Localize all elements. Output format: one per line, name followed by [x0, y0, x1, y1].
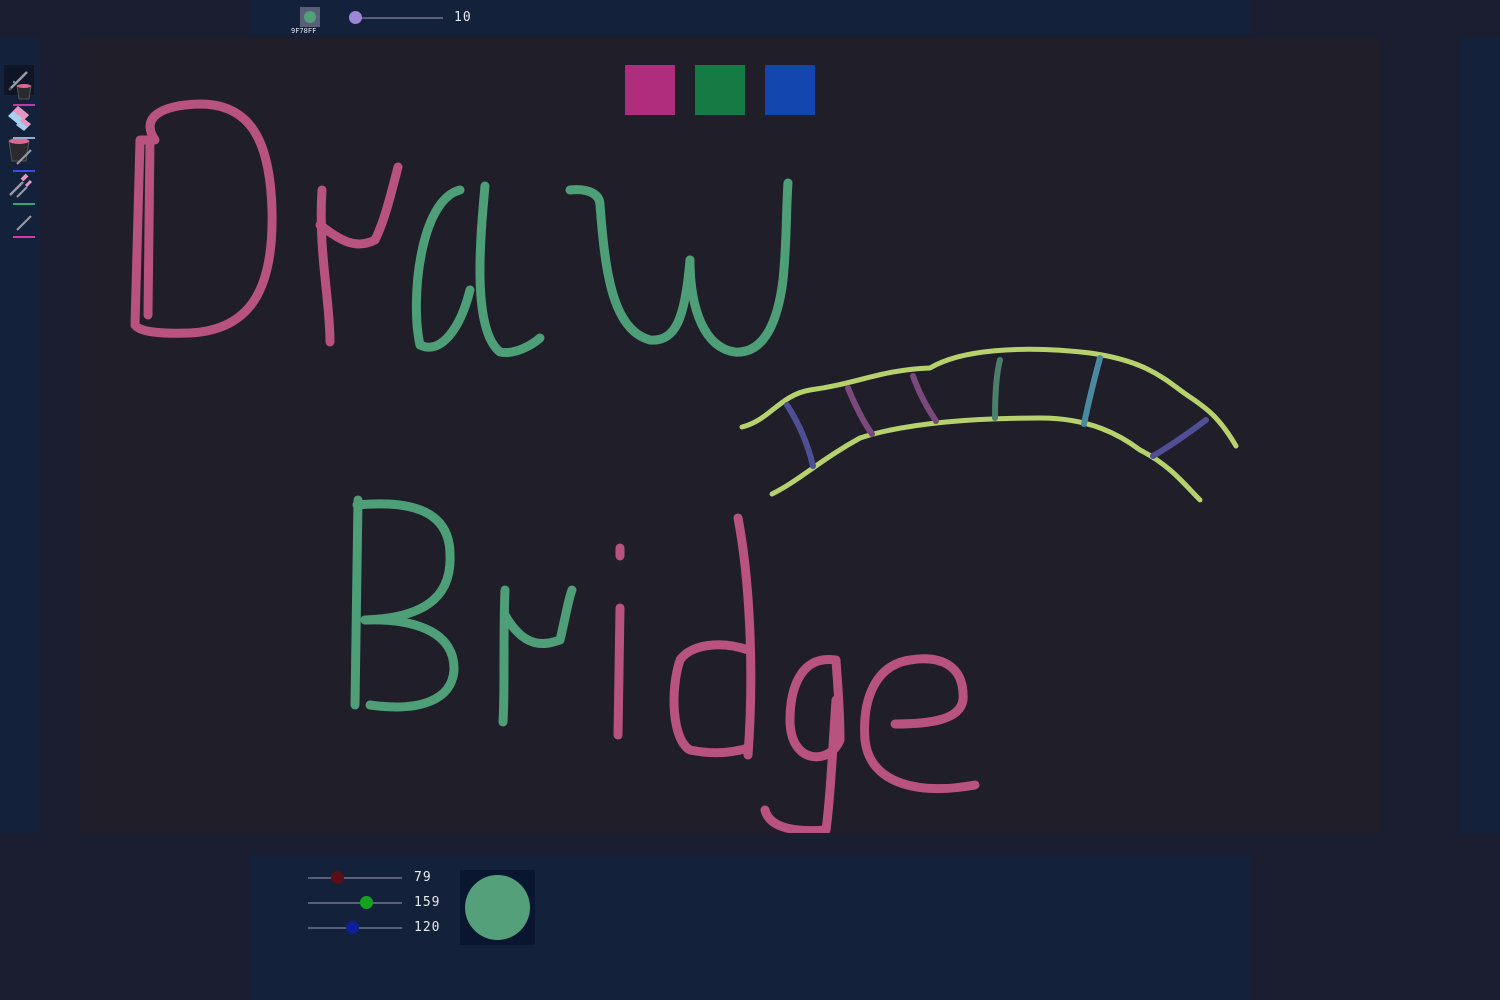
red-value: 79 — [414, 870, 432, 885]
history-item[interactable] — [12, 179, 36, 205]
brush-size-track[interactable] — [350, 17, 443, 19]
color-preview — [460, 870, 535, 945]
brush-size-value: 10 — [454, 10, 472, 25]
stroke-letter-i — [613, 543, 625, 740]
hex-color-label: 9F78FF — [291, 27, 317, 35]
red-slider-track[interactable] — [308, 877, 402, 879]
history-item[interactable] — [12, 113, 36, 139]
stroke-bridge-rails — [739, 346, 1239, 503]
history-item[interactable] — [12, 212, 36, 238]
stroke-letter-g — [760, 655, 845, 833]
stroke-letter-b — [350, 495, 459, 712]
eraser-icon — [13, 118, 35, 139]
current-color-dot — [304, 11, 316, 23]
green-slider-track[interactable] — [308, 902, 402, 904]
history-panel — [1460, 38, 1500, 833]
stroke-letter-r2 — [498, 585, 577, 727]
color-preview-swatch — [465, 875, 530, 940]
stroke-letter-e — [860, 654, 980, 794]
stroke-letter-w — [565, 178, 793, 357]
eyedropper-icon — [13, 179, 35, 205]
green-value: 159 — [414, 895, 441, 910]
history-item[interactable] — [12, 146, 36, 172]
stroke-letter-d2 — [669, 513, 756, 760]
blue-value: 120 — [414, 920, 441, 935]
stroke-letter-a — [411, 181, 545, 358]
history-item[interactable] — [12, 80, 36, 106]
drawing-canvas[interactable] — [80, 38, 1380, 833]
current-color-chip[interactable] — [300, 7, 320, 27]
brush-size-knob[interactable] — [348, 11, 362, 24]
stroke-letter-r — [315, 162, 403, 347]
stroke-letter-d — [130, 99, 277, 338]
pencil-icon — [13, 215, 35, 238]
pencil-icon — [13, 149, 35, 172]
bucket-icon — [13, 81, 35, 106]
drawing-strokes — [130, 99, 1239, 833]
